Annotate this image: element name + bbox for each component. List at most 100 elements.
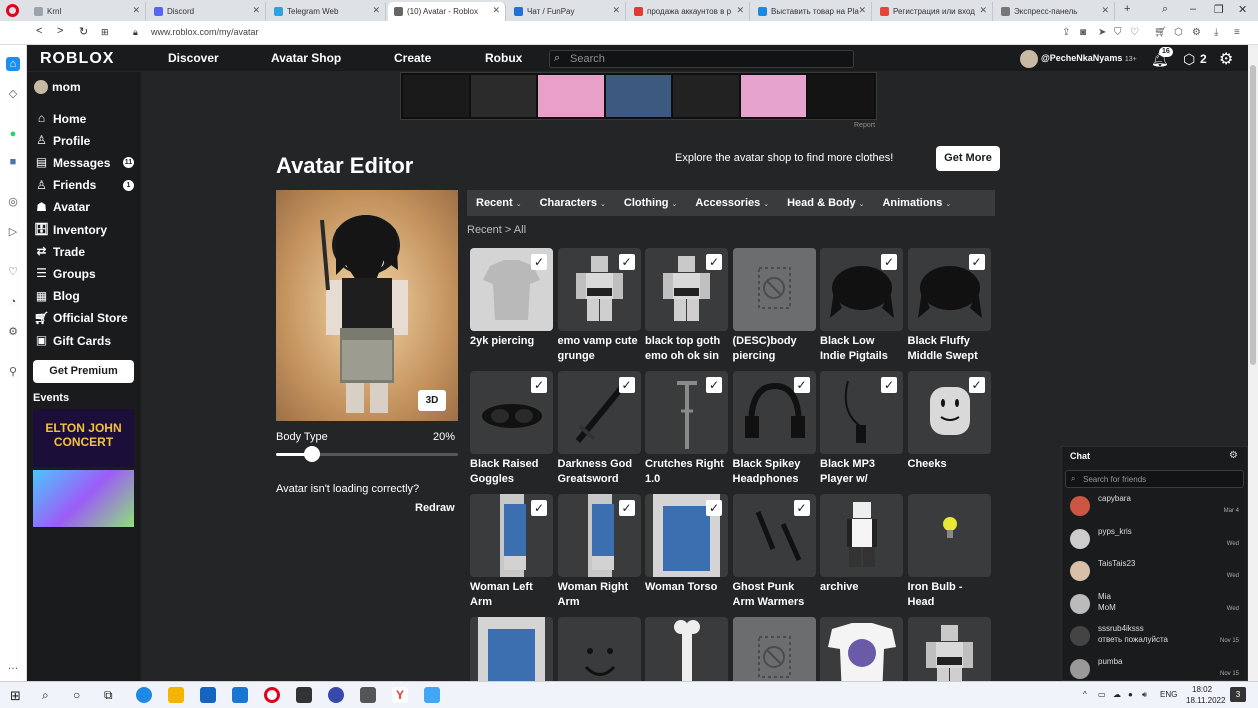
event-banner-2[interactable] bbox=[33, 470, 134, 527]
sidebar-user[interactable]: mom bbox=[34, 80, 81, 94]
back-icon[interactable]: < bbox=[36, 25, 42, 37]
avatar-item-card[interactable]: ✓ Cheeks bbox=[907, 371, 991, 487]
chat-search-input[interactable] bbox=[1083, 473, 1233, 485]
avatar-item-card[interactable]: archive bbox=[820, 494, 903, 610]
settings-icon[interactable]: ⚙ bbox=[6, 325, 20, 339]
item-thumbnail[interactable]: ✓ bbox=[470, 248, 553, 331]
user-avatar[interactable] bbox=[1020, 50, 1038, 68]
browser-tab[interactable]: Discord ✕ bbox=[148, 2, 266, 21]
chat-conversation[interactable]: TaisTais23 Wed bbox=[1062, 556, 1247, 588]
checkmark-icon[interactable]: ✓ bbox=[531, 254, 547, 270]
checkmark-icon[interactable]: ✓ bbox=[793, 500, 810, 516]
browser-tab[interactable]: Регистрация или вход ✕ bbox=[874, 2, 993, 21]
file-explorer-icon[interactable] bbox=[168, 687, 184, 703]
tab-close-icon[interactable]: ✕ bbox=[132, 5, 140, 16]
item-thumbnail[interactable] bbox=[907, 617, 991, 681]
avatar-item-card[interactable]: ✓ Black Raised Goggles bbox=[470, 371, 553, 487]
grid-icon[interactable]: ⊞ bbox=[101, 27, 109, 38]
taskbar-search-icon[interactable]: ⌕ bbox=[42, 688, 49, 703]
favorites-icon[interactable]: ♡ bbox=[6, 265, 20, 279]
avatar-item-card[interactable] bbox=[732, 617, 816, 681]
sidebar-item-avatar[interactable]: ☗ Avatar bbox=[34, 200, 90, 215]
slider-handle[interactable] bbox=[304, 446, 321, 462]
item-thumbnail[interactable]: ✓ bbox=[645, 494, 728, 577]
get-premium-button[interactable]: Get Premium bbox=[33, 360, 134, 383]
breadcrumb[interactable]: Recent > All bbox=[467, 224, 526, 236]
sidebar-item-groups[interactable]: ☰ Groups bbox=[34, 266, 96, 281]
sidebar-item-blog[interactable]: ▦ Blog bbox=[34, 289, 80, 304]
item-thumbnail[interactable]: ✓ bbox=[557, 248, 641, 331]
cube-icon[interactable]: ⬡ bbox=[1174, 27, 1183, 38]
checkmark-icon[interactable]: ✓ bbox=[706, 254, 722, 270]
sidebar-item-official-store[interactable]: 🛒︎ Official Store bbox=[34, 311, 128, 326]
heart-icon[interactable]: ♡ bbox=[1130, 27, 1139, 38]
nav-robux[interactable]: Robux bbox=[485, 51, 522, 65]
forward-icon[interactable]: > bbox=[57, 25, 63, 37]
item-thumbnail[interactable]: ✓ bbox=[732, 371, 816, 454]
item-thumbnail[interactable] bbox=[732, 248, 816, 331]
tab-head-body[interactable]: Head & Body ⌄ bbox=[778, 197, 873, 209]
avatar-item-card[interactable]: ✓ Woman Right Arm bbox=[557, 494, 641, 610]
camera-icon[interactable]: ◙ bbox=[1080, 27, 1086, 38]
item-thumbnail[interactable]: ✓ bbox=[907, 248, 991, 331]
sidebar-item-home[interactable]: ⌂ Home bbox=[34, 111, 86, 126]
browser-tab[interactable]: Чат / FunPay ✕ bbox=[508, 2, 626, 21]
task-view-icon[interactable]: ⧉ bbox=[104, 688, 113, 703]
tray-chevron-icon[interactable]: ^ bbox=[1083, 690, 1087, 699]
tab-close-icon[interactable]: ✕ bbox=[858, 5, 866, 16]
item-thumbnail[interactable] bbox=[820, 617, 903, 681]
browser-tab[interactable]: Krnl ✕ bbox=[28, 2, 146, 21]
browser-tab[interactable]: продажа аккаунтов в р ✕ bbox=[628, 2, 750, 21]
avatar-item-card[interactable]: Iron Bulb - Head bbox=[907, 494, 991, 610]
chat-search-box[interactable]: ⌕ bbox=[1065, 470, 1244, 488]
history-icon[interactable]: ◎ bbox=[6, 195, 20, 209]
send-icon[interactable]: ➤ bbox=[1098, 27, 1106, 38]
sidebar-item-friends[interactable]: ♙ Friends bbox=[34, 178, 96, 193]
extensions-icon[interactable]: ⚙ bbox=[1192, 27, 1201, 38]
ad-report-link[interactable]: Report bbox=[854, 122, 875, 129]
app-icon-1[interactable] bbox=[296, 687, 312, 703]
maximize-icon[interactable]: ❐ bbox=[1214, 3, 1224, 16]
username[interactable]: @PecheNkaNyams 13+ bbox=[1041, 53, 1137, 63]
avatar-item-card[interactable]: ✓ Woman Torso bbox=[645, 494, 728, 610]
settings-gear-icon[interactable]: ⚙ bbox=[1219, 49, 1233, 69]
cart-icon[interactable]: 🛒︎ bbox=[1154, 27, 1167, 38]
robux-count[interactable]: 2 bbox=[1200, 52, 1207, 66]
item-thumbnail[interactable]: ✓ bbox=[557, 494, 641, 577]
tab-close-icon[interactable]: ✕ bbox=[372, 5, 380, 16]
avatar-preview[interactable]: 3D bbox=[276, 190, 458, 421]
chat-conversation[interactable]: sssrub4iksss ответь пожалуйста Nov 15 bbox=[1062, 621, 1247, 653]
vk-icon[interactable]: ■ bbox=[6, 155, 20, 169]
search-box[interactable]: ⌕ bbox=[549, 50, 854, 68]
avatar-item-card[interactable]: ✓ Crutches Right 1.0 bbox=[645, 371, 728, 487]
browser-tab[interactable]: (10) Avatar - Roblox ✕ bbox=[388, 2, 506, 21]
search-tabs-icon[interactable]: ⌕ bbox=[1162, 3, 1168, 16]
checkmark-icon[interactable]: ✓ bbox=[706, 500, 722, 516]
whatsapp-icon[interactable]: ● bbox=[6, 127, 20, 141]
tab-accessories[interactable]: Accessories ⌄ bbox=[686, 197, 778, 209]
toggle-3d-button[interactable]: 3D bbox=[418, 390, 446, 411]
windows-start-icon[interactable]: ⊞ bbox=[10, 688, 21, 704]
tray-volume-icon[interactable]: 🔊︎ bbox=[1142, 690, 1147, 700]
item-thumbnail[interactable]: ✓ bbox=[470, 494, 553, 577]
new-tab-icon[interactable]: + bbox=[1124, 3, 1130, 15]
tab-close-icon[interactable]: ✕ bbox=[252, 5, 260, 16]
clock-date[interactable]: 18.11.2022 bbox=[1186, 696, 1225, 705]
chat-conversation[interactable]: Mia MoM Wed bbox=[1062, 589, 1247, 621]
item-thumbnail[interactable]: ✓ bbox=[645, 248, 728, 331]
event-elton-john-banner[interactable]: ELTON JOHN CONCERT bbox=[33, 409, 134, 467]
avatar-item-card[interactable] bbox=[820, 617, 903, 681]
shield-icon[interactable]: ⛉ bbox=[1114, 27, 1122, 38]
chat-conversation[interactable]: pyps_kris Wed bbox=[1062, 524, 1247, 556]
tab-characters[interactable]: Characters ⌄ bbox=[531, 197, 615, 209]
sidebar-item-profile[interactable]: ♙ Profile bbox=[34, 133, 90, 148]
avatar-item-card[interactable]: ✓ Black Spikey Headphones bbox=[732, 371, 816, 487]
nav-create[interactable]: Create bbox=[394, 51, 431, 65]
app-icon-2[interactable] bbox=[328, 687, 344, 703]
avatar-item-card[interactable] bbox=[645, 617, 728, 681]
avatar-item-card[interactable]: ✓ Black Low Indie Pigtails bbox=[820, 248, 903, 364]
get-more-button[interactable]: Get More bbox=[936, 146, 1000, 171]
page-scrollbar[interactable] bbox=[1248, 45, 1258, 681]
flow-icon[interactable]: ▷ bbox=[6, 225, 20, 239]
avatar-item-card[interactable]: ✓ emo vamp cute grunge bbox=[557, 248, 641, 364]
